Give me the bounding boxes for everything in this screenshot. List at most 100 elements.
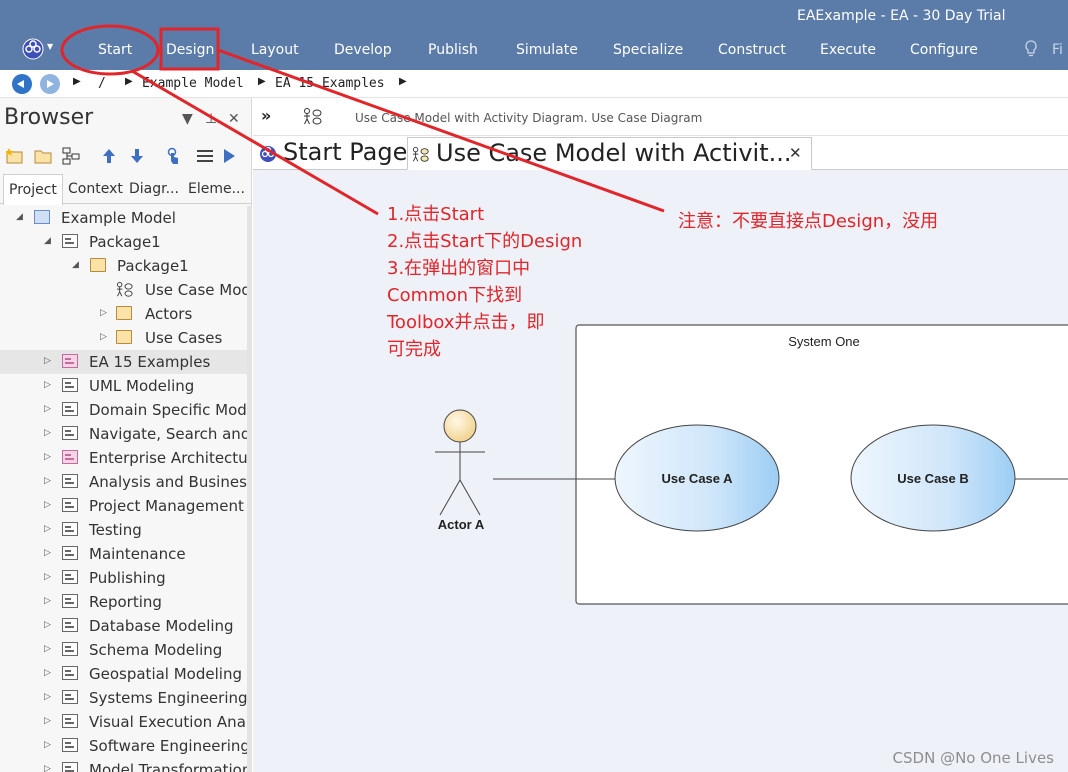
close-icon[interactable]: ✕ — [228, 111, 240, 127]
back-arrow-icon[interactable] — [12, 74, 32, 94]
expand-icon[interactable]: ▷ — [44, 716, 51, 726]
expand-icon[interactable]: ▷ — [44, 620, 51, 630]
tab-start-page[interactable]: Start Page — [255, 137, 407, 170]
tree-item[interactable]: ▷ Navigate, Search and Trace — [0, 422, 247, 446]
ea-logo-icon[interactable] — [22, 38, 44, 60]
tree-item[interactable]: Use Case Model with Activity Diagram — [0, 278, 247, 302]
tree-item[interactable]: ▷ Geospatial Modeling — [0, 662, 247, 686]
scrollbar[interactable] — [247, 206, 252, 772]
annotation-steps: 1.点击Start 2.点击Start下的Design 3.在弹出的窗口中 Co… — [387, 201, 582, 363]
tree-item[interactable]: ▷ Domain Specific Modeling — [0, 398, 247, 422]
expand-toolbox-icon[interactable]: » — [261, 106, 271, 125]
chevron-right-icon[interactable]: ▶ — [258, 76, 266, 87]
expand-icon[interactable]: ▷ — [44, 356, 51, 366]
tab-diagram[interactable]: Diagr... — [129, 181, 179, 197]
ribbon-tab-specialize[interactable]: Specialize — [613, 42, 683, 58]
ribbon-tab-design[interactable]: Design — [166, 42, 214, 58]
forward-arrow-icon[interactable] — [40, 74, 60, 94]
expand-icon[interactable]: ▷ — [100, 308, 107, 318]
tree-item[interactable]: ▷ Reporting — [0, 590, 247, 614]
tree-item[interactable]: ▷ Maintenance — [0, 542, 247, 566]
expand-icon[interactable]: ▷ — [44, 428, 51, 438]
expand-icon[interactable]: ▷ — [44, 596, 51, 606]
tree-item[interactable]: ▷ Model Transformation — [0, 758, 247, 772]
breadcrumb-root[interactable]: / — [98, 76, 106, 91]
collapse-icon[interactable]: ◢ — [16, 212, 23, 222]
package-icon — [62, 522, 78, 536]
tree-item-label: Actors — [145, 305, 193, 323]
close-icon[interactable]: ✕ — [789, 144, 802, 162]
ribbon-tab-simulate[interactable]: Simulate — [516, 42, 578, 58]
folder-icon — [116, 306, 132, 320]
diagram-canvas[interactable]: System One Actor A Use Case A Use Case B — [253, 170, 1068, 772]
usecase-diagram-icon[interactable] — [303, 108, 323, 126]
touch-icon[interactable] — [164, 147, 182, 165]
tree-item[interactable]: ▷ Visual Execution Analysis — [0, 710, 247, 734]
expand-icon[interactable]: ▷ — [44, 380, 51, 390]
tree-item[interactable]: ◢ Example Model — [0, 206, 247, 230]
tree-item[interactable]: ▷ Use Cases — [0, 326, 247, 350]
ribbon-tab-construct[interactable]: Construct — [718, 42, 786, 58]
breadcrumb-ea15-examples[interactable]: EA 15 Examples — [275, 76, 385, 91]
chevron-right-icon[interactable]: ▶ — [399, 76, 407, 87]
tree-item[interactable]: ◢ Package1 — [0, 230, 247, 254]
tree-item[interactable]: ▷ Database Modeling — [0, 614, 247, 638]
lightbulb-icon[interactable] — [1024, 40, 1038, 58]
menu-icon[interactable] — [196, 147, 214, 165]
diagram-icon[interactable] — [62, 147, 80, 165]
chevron-right-icon[interactable]: ▶ — [73, 76, 81, 87]
expand-icon[interactable]: ▷ — [44, 740, 51, 750]
expand-icon[interactable]: ▷ — [44, 692, 51, 702]
expand-icon[interactable]: ▷ — [44, 644, 51, 654]
tree-item[interactable]: ▷ Software Engineering — [0, 734, 247, 758]
expand-icon[interactable]: ▷ — [44, 404, 51, 414]
expand-icon[interactable]: ▷ — [44, 572, 51, 582]
chevron-down-icon[interactable]: ▼ — [47, 42, 53, 51]
tree-item-label: Reporting — [89, 593, 162, 611]
folder-icon[interactable] — [34, 147, 52, 165]
tree-item[interactable]: ▷ Project Management — [0, 494, 247, 518]
ribbon-tab-start[interactable]: Start — [98, 42, 132, 58]
move-down-icon[interactable] — [128, 147, 146, 165]
ribbon-tab-publish[interactable]: Publish — [428, 42, 478, 58]
annotation-step: Common下找到 — [387, 285, 523, 306]
move-up-icon[interactable] — [100, 147, 118, 165]
tree-item[interactable]: ▷ Analysis and Business — [0, 470, 247, 494]
play-icon[interactable] — [220, 147, 238, 165]
ribbon-tab-configure[interactable]: Configure — [910, 42, 978, 58]
tree-item[interactable]: ▷ UML Modeling — [0, 374, 247, 398]
chevron-right-icon[interactable]: ▶ — [125, 76, 133, 87]
expand-icon[interactable]: ▷ — [44, 524, 51, 534]
ribbon-tab-execute[interactable]: Execute — [820, 42, 876, 58]
actor-a[interactable] — [435, 409, 485, 516]
expand-icon[interactable]: ▷ — [44, 500, 51, 510]
expand-icon[interactable]: ▷ — [44, 548, 51, 558]
tab-use-case-diagram[interactable]: Use Case Model with Activit... ✕ — [407, 137, 812, 170]
expand-icon[interactable]: ▷ — [100, 332, 107, 342]
tree-item[interactable]: ▷ Testing — [0, 518, 247, 542]
expand-icon[interactable]: ▷ — [44, 668, 51, 678]
chevron-down-icon[interactable]: ▼ — [182, 111, 193, 127]
tree-item[interactable]: ▷ Actors — [0, 302, 247, 326]
ribbon-tab-layout[interactable]: Layout — [251, 42, 299, 58]
tree-item[interactable]: ▷ Schema Modeling — [0, 638, 247, 662]
tab-project[interactable]: Project — [3, 174, 63, 205]
expand-icon[interactable]: ▷ — [44, 452, 51, 462]
collapse-icon[interactable]: ◢ — [72, 260, 79, 270]
tree-item[interactable]: ◢ Package1 — [0, 254, 247, 278]
tab-element[interactable]: Eleme... — [188, 181, 245, 197]
tree-item[interactable]: ▷ EA 15 Examples — [0, 350, 247, 374]
breadcrumb-example-model[interactable]: Example Model — [142, 76, 244, 91]
expand-icon[interactable]: ▷ — [44, 476, 51, 486]
tree-item[interactable]: ▷ Systems Engineering — [0, 686, 247, 710]
tab-context[interactable]: Context — [68, 181, 123, 197]
ribbon-tab-develop[interactable]: Develop — [334, 42, 392, 58]
pin-icon[interactable]: ⊥ — [205, 111, 217, 127]
tree-item-label: Domain Specific Modeling — [89, 401, 247, 419]
tree-item[interactable]: ▷ Enterprise Architecture — [0, 446, 247, 470]
search-input[interactable]: Fi — [1052, 42, 1063, 58]
expand-icon[interactable]: ▷ — [44, 764, 51, 772]
collapse-icon[interactable]: ◢ — [44, 236, 51, 246]
tree-item[interactable]: ▷ Publishing — [0, 566, 247, 590]
new-package-icon[interactable] — [6, 147, 24, 165]
